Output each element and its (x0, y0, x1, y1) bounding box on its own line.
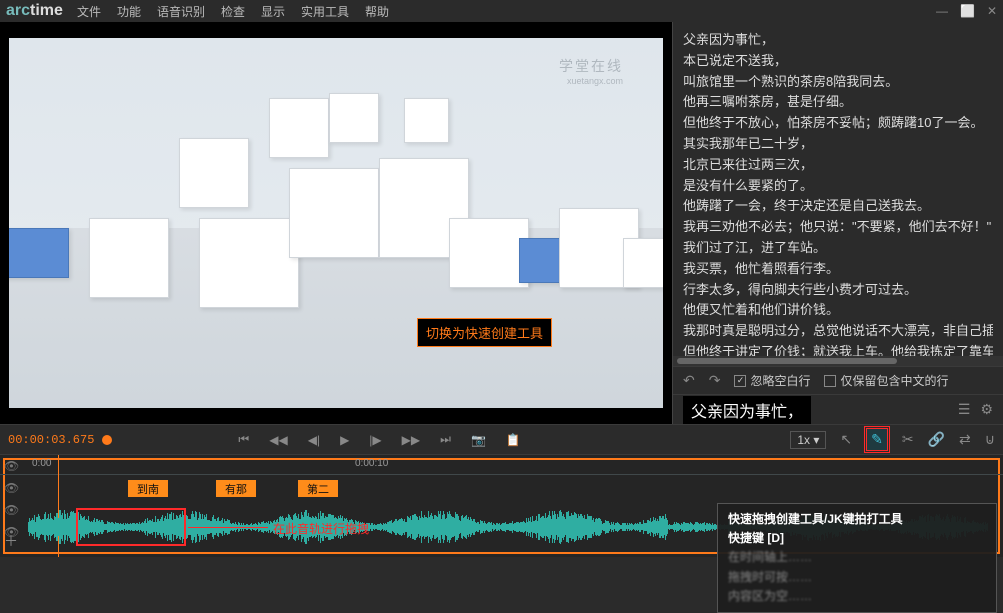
redo-icon[interactable]: ↷ (709, 372, 721, 389)
script-line[interactable]: 父亲因为事忙， (683, 30, 993, 51)
video-preview[interactable]: 学堂在线 xuetangx.com 切换为快速创建工具 (0, 22, 672, 424)
script-line[interactable]: 他便又忙着和他们讲价钱。 (683, 300, 993, 321)
menu-function[interactable]: 功能 (117, 3, 141, 20)
watermark: 学堂在线 (559, 56, 623, 76)
subtitle-clip[interactable]: 到南 (128, 480, 168, 497)
script-line[interactable]: 是没有什么要紧的了。 (683, 176, 993, 197)
script-line[interactable]: 我那时真是聪明过分，总觉他说话不大漂亮，非自己插嘴 (683, 321, 993, 342)
swap-tool[interactable]: ⇄ (959, 431, 971, 448)
preview-canvas: 学堂在线 xuetangx.com 切换为快速创建工具 (9, 38, 663, 408)
menubar: arctime 文件 功能 语音识别 检查 显示 实用工具 帮助 — ⬜ ✕ (0, 0, 1003, 22)
timeline[interactable]: 👁 👁 👁 👁 ＋ 0:00 0:00:10 到南 有那 第二 在此音轨进行拖拽… (0, 454, 1003, 557)
eye-icon[interactable]: 👁 (4, 481, 19, 497)
menu-view[interactable]: 显示 (261, 3, 285, 20)
script-line[interactable]: 叫旅馆里一个熟识的茶房8陪我同去。 (683, 72, 993, 93)
current-subtitle: 父亲因为事忙， (683, 396, 811, 424)
playback-bar: 00:00:03.675 ⏮ ◀◀ ◀| ▶ |▶ ▶▶ ⏭ 📷 📋 1x ▾ … (0, 424, 1003, 454)
next-icon[interactable]: ▶▶ (402, 433, 420, 447)
app-logo: arctime (6, 2, 63, 20)
undo-icon[interactable]: ↶ (683, 372, 695, 389)
minimize-icon[interactable]: — (936, 4, 948, 18)
magnet-tool[interactable]: ⊍ (985, 431, 995, 448)
menu-tools[interactable]: 实用工具 (301, 3, 349, 20)
step-fwd-icon[interactable]: |▶ (369, 433, 381, 447)
maximize-icon[interactable]: ⬜ (960, 4, 975, 18)
script-line[interactable]: 但他终于讲定了价钱；就送我上车。他给我拣定了靠车门 (683, 342, 993, 356)
camera-icon[interactable]: 📷 (471, 433, 486, 447)
link-tool[interactable]: 🔗 (928, 431, 945, 448)
timeline-ruler[interactable]: 0:00 0:00:10 (0, 455, 1003, 475)
cut-tool[interactable]: ✂ (902, 431, 914, 448)
record-indicator (102, 435, 112, 445)
layers-icon[interactable]: 📋 (506, 433, 521, 447)
keep-chinese-checkbox[interactable]: 仅保留包含中文的行 (824, 372, 948, 389)
list-icon[interactable]: ☰ (958, 401, 971, 418)
quick-create-tool[interactable]: ✎ (866, 428, 888, 451)
script-line[interactable]: 但他终于不放心，怕茶房不妥帖；颇踌躇10了一会。 (683, 113, 993, 134)
skip-start-icon[interactable]: ⏮ (238, 432, 249, 447)
drag-selection (76, 508, 186, 546)
menu-help[interactable]: 帮助 (365, 3, 389, 20)
skip-end-icon[interactable]: ⏭ (440, 432, 451, 447)
settings-icon[interactable]: ⚙ (980, 401, 993, 418)
close-icon[interactable]: ✕ (987, 4, 997, 18)
menu-check[interactable]: 检查 (221, 3, 245, 20)
script-line[interactable]: 他再三嘱咐茶房，甚是仔细。 (683, 92, 993, 113)
eye-icon[interactable]: 👁 (4, 503, 19, 519)
menu-items: 文件 功能 语音识别 检查 显示 实用工具 帮助 (77, 3, 936, 20)
script-line[interactable]: 我买票，他忙着照看行李。 (683, 259, 993, 280)
ignore-blank-checkbox[interactable]: ✓忽略空白行 (734, 372, 810, 389)
annotation-label: 在此音轨进行拖拽 (273, 520, 369, 537)
script-toolbar: 父亲因为事忙， ☰ ⚙ (673, 394, 1003, 424)
script-panel: 父亲因为事忙， 本已说定不送我， 叫旅馆里一个熟识的茶房8陪我同去。 他再三嘱咐… (672, 22, 1003, 424)
tool-tooltip: 快速拖拽创建工具/JK键拍打工具 快捷键 [D] 在时间轴上…… 拖拽时可按……… (717, 503, 997, 613)
script-line[interactable]: 其实我那年已二十岁， (683, 134, 993, 155)
add-track-icon[interactable]: ＋ (4, 531, 18, 551)
script-line[interactable]: 他踌躇了一会，终于决定还是自己送我去。 (683, 196, 993, 217)
main-area: 学堂在线 xuetangx.com 切换为快速创建工具 父亲因为事忙， 本已说定… (0, 22, 1003, 424)
step-back-icon[interactable]: ◀| (308, 433, 320, 447)
script-line[interactable]: 本已说定不送我， (683, 51, 993, 72)
script-options: ↶ ↷ ✓忽略空白行 仅保留包含中文的行 (673, 366, 1003, 394)
menu-speech[interactable]: 语音识别 (157, 3, 205, 20)
subtitle-clip[interactable]: 第二 (298, 480, 338, 497)
preview-tooltip: 切换为快速创建工具 (417, 318, 552, 347)
script-line[interactable]: 行李太多，得向脚夫行些小费才可过去。 (683, 280, 993, 301)
script-line[interactable]: 我们过了江，进了车站。 (683, 238, 993, 259)
prev-icon[interactable]: ◀◀ (269, 433, 287, 447)
script-line[interactable]: 我再三劝他不必去；他只说："不要紧，他们去不好！" (683, 217, 993, 238)
window-controls: — ⬜ ✕ (936, 4, 997, 18)
menu-file[interactable]: 文件 (77, 3, 101, 20)
subtitle-clip[interactable]: 有那 (216, 480, 256, 497)
script-line[interactable]: 北京已来往过两三次， (683, 155, 993, 176)
subtitle-track[interactable]: 到南 有那 第二 (28, 478, 997, 500)
horizontal-scrollbar[interactable] (673, 356, 1003, 366)
cursor-tool[interactable]: ↖ (840, 431, 852, 448)
script-text[interactable]: 父亲因为事忙， 本已说定不送我， 叫旅馆里一个熟识的茶房8陪我同去。 他再三嘱咐… (673, 22, 1003, 356)
watermark-sub: xuetangx.com (567, 76, 623, 86)
timecode: 00:00:03.675 (8, 433, 94, 447)
play-icon[interactable]: ▶ (340, 433, 349, 447)
speed-selector[interactable]: 1x ▾ (790, 431, 826, 449)
